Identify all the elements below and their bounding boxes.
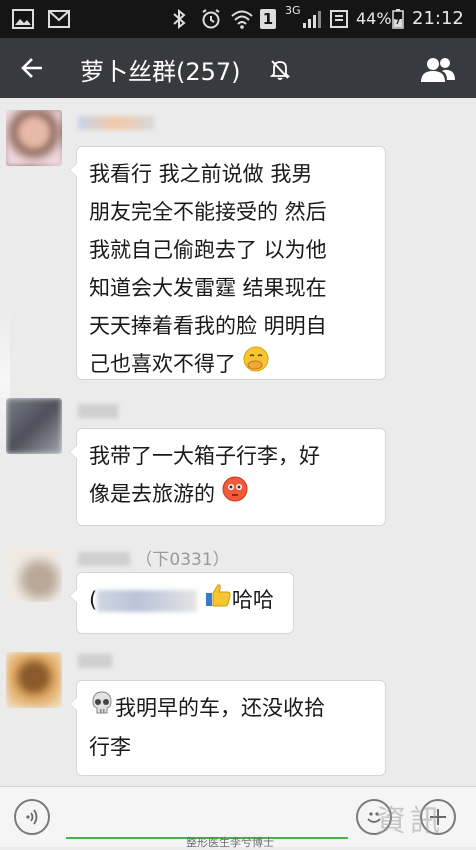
mail-icon: [48, 9, 70, 29]
message-line: 天天捧着看我的脸 明明自: [89, 314, 327, 338]
avatar[interactable]: [6, 110, 62, 166]
wifi-icon: [230, 9, 254, 29]
voice-button[interactable]: [14, 799, 50, 835]
message-bubble[interactable]: 我看行 我之前说做 我男 朋友完全不能接受的 然后 我就自己偷跑去了 以为他 知…: [69, 146, 386, 380]
status-bar: 1 3G 44% 21:12: [0, 0, 476, 38]
message-line: 我就自己偷跑去了 以为他: [89, 238, 327, 262]
chat-messages[interactable]: 我看行 我之前说做 我男 朋友完全不能接受的 然后 我就自己偷跑去了 以为他 知…: [0, 98, 476, 786]
chat-header: 萝卜丝群(257): [0, 38, 476, 98]
sim-icon: 1: [260, 9, 276, 29]
back-arrow-icon: [21, 58, 42, 78]
watermark-caption: 整形医生李兮博士: [186, 836, 274, 849]
sender-name: [78, 404, 118, 424]
hand-over-mouth-emoji: [243, 346, 269, 384]
message-bubble[interactable]: ( 哈哈: [69, 572, 294, 634]
battery-percent: 44%: [356, 9, 392, 28]
sender-name: [78, 654, 112, 674]
image-icon: [12, 9, 34, 29]
message-line: 我看行 我之前说做 我男: [89, 162, 313, 186]
avatar[interactable]: [6, 398, 62, 454]
thumbs-up-emoji: [204, 582, 232, 620]
message-line: 己也喜欢不得了: [89, 345, 373, 384]
group-members-button[interactable]: [416, 52, 460, 86]
message-line: 我带了一大箱子行李，好: [89, 444, 320, 468]
voice-icon: [26, 809, 38, 825]
alarm-icon: [200, 9, 222, 29]
battery-saver-icon: [330, 9, 348, 29]
group-members-icon: [421, 58, 455, 82]
skull-emoji: [89, 690, 115, 728]
message-line: 行李: [89, 735, 131, 759]
signal-icon: [302, 9, 322, 29]
sender-name: （下0331）: [78, 546, 230, 570]
network-type: 3G: [285, 4, 301, 17]
mute-bell-icon: [268, 57, 292, 85]
back-button[interactable]: [12, 50, 52, 86]
message-line: 我明早的车，还没收拾: [89, 689, 373, 728]
message-suffix: 哈哈: [231, 588, 274, 612]
message-prefix: (: [89, 588, 98, 612]
message-bubble[interactable]: 我明早的车，还没收拾 行李: [69, 680, 386, 776]
sender-name: [78, 116, 154, 136]
bluetooth-icon: [172, 9, 186, 29]
message-bubble[interactable]: 我带了一大箱子行李，好 像是去旅游的: [69, 428, 386, 526]
message-line: 知道会大发雷霆 结果现在: [89, 276, 327, 300]
clock: 21:12: [412, 8, 464, 29]
battery-icon: [392, 9, 404, 29]
redacted-text: [97, 590, 198, 612]
chat-title: 萝卜丝群(257): [80, 58, 241, 86]
message-line: 像是去旅游的: [89, 475, 373, 514]
flushed-face-emoji: [222, 476, 248, 514]
watermark-logo: 資訊: [376, 804, 444, 839]
avatar[interactable]: [6, 546, 62, 602]
message-line: 朋友完全不能接受的 然后: [89, 200, 327, 224]
avatar[interactable]: [6, 652, 62, 708]
